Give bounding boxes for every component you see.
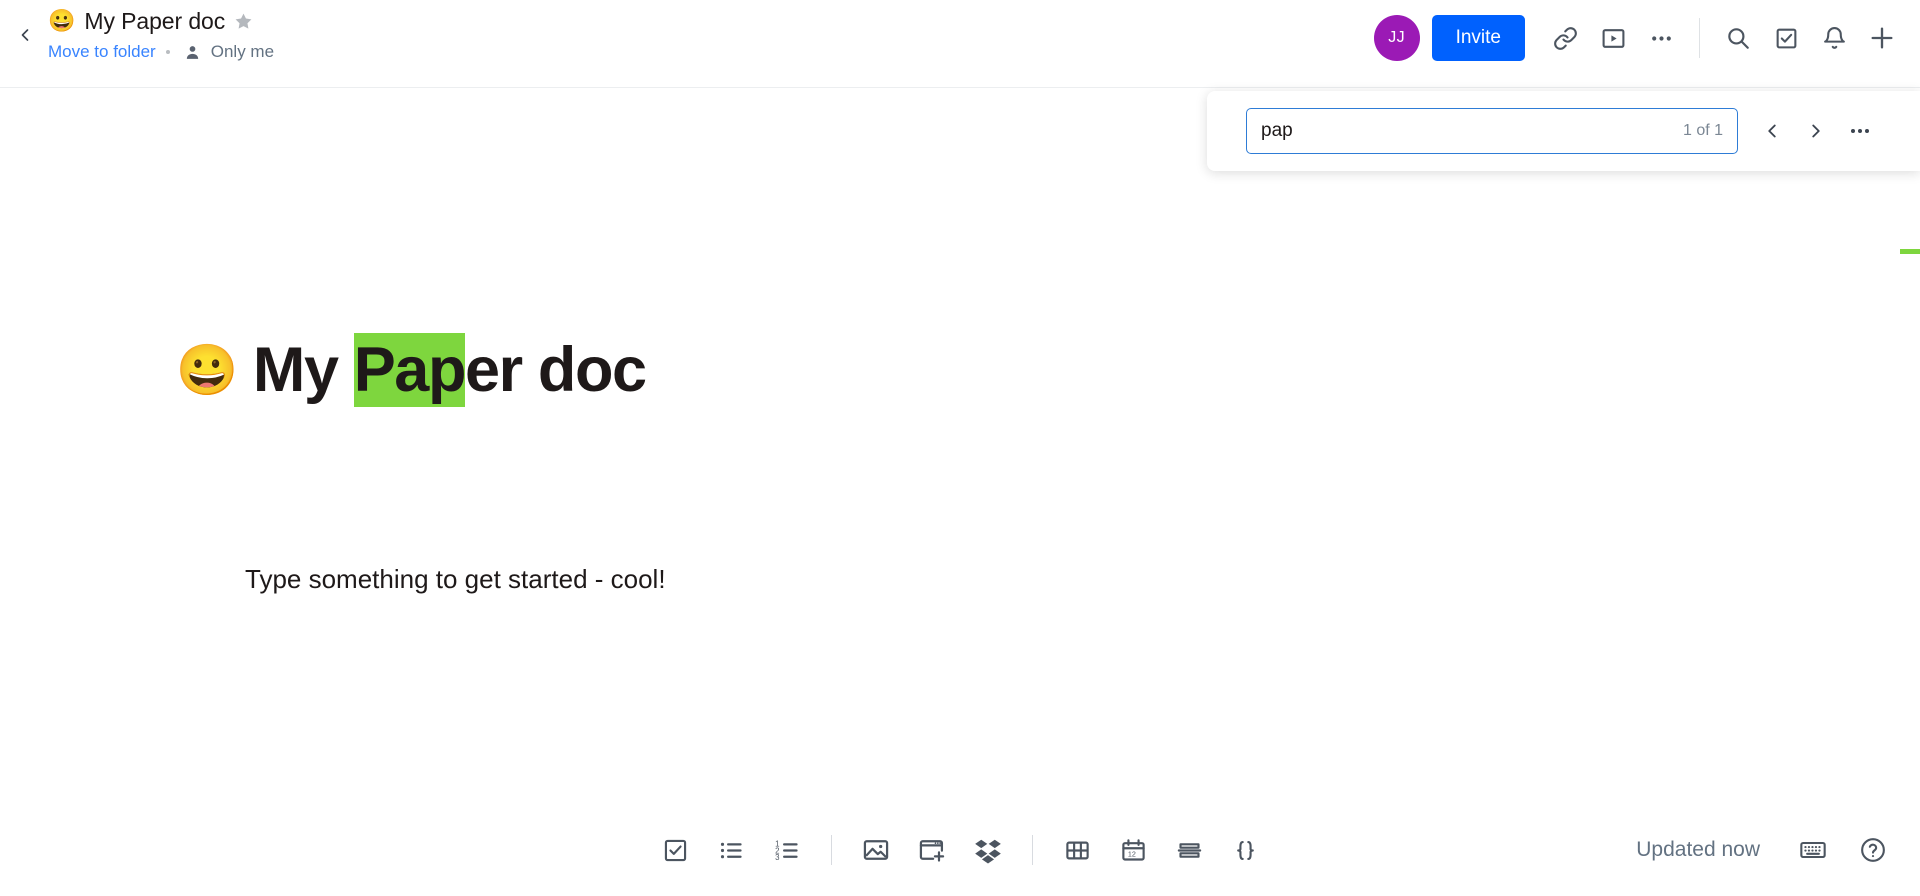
notifications-bell-icon (1822, 26, 1847, 51)
star-icon[interactable] (234, 12, 253, 31)
sharing-status[interactable]: Only me (211, 42, 274, 62)
find-match-count: 1 of 1 (1682, 122, 1723, 139)
copy-link-button[interactable] (1541, 14, 1589, 62)
overflow-menu-icon (1848, 119, 1872, 143)
search-button[interactable] (1714, 14, 1762, 62)
notifications-button[interactable] (1810, 14, 1858, 62)
find-navigation (1752, 111, 1880, 151)
plus-icon (1868, 24, 1896, 52)
help-button[interactable] (1848, 825, 1898, 875)
overflow-menu-icon (1649, 26, 1674, 51)
calendar-icon: 12 (1120, 837, 1147, 864)
search-result-scroll-marker (1900, 249, 1920, 254)
toolbar-divider (1032, 835, 1033, 865)
heading-text-after: er doc (465, 335, 647, 405)
avatar[interactable]: JJ (1373, 15, 1420, 61)
document-meta: 😀 My Paper doc Move to folder Only me (48, 4, 274, 64)
presentation-button[interactable] (1589, 14, 1637, 62)
document-heading-text: My Paper doc (252, 333, 647, 407)
table-icon (1064, 837, 1091, 864)
document-body[interactable]: 😀 My Paper doc Type something to get sta… (0, 89, 1920, 804)
insert-dropbox-file-button[interactable] (962, 824, 1014, 876)
dropbox-icon (974, 836, 1002, 864)
document-emoji: 😀 (48, 8, 76, 33)
find-input[interactable] (1261, 120, 1675, 142)
header-divider (1699, 18, 1700, 58)
find-next-button[interactable] (1796, 111, 1836, 151)
header-actions: JJ Invite (1373, 10, 1906, 66)
svg-text:3: 3 (775, 853, 780, 862)
insert-checklist-button[interactable] (649, 824, 701, 876)
embed-icon (918, 836, 946, 864)
insert-bulleted-list-button[interactable] (705, 824, 757, 876)
find-options-button[interactable] (1840, 111, 1880, 151)
tasks-checkbox-icon (1774, 26, 1799, 51)
image-icon (862, 836, 890, 864)
numbered-list-icon: 1 2 3 (774, 837, 801, 864)
back-button[interactable] (8, 18, 42, 52)
app-header: 😀 My Paper doc Move to folder Only me JJ… (0, 0, 1920, 88)
separator-dot (165, 50, 170, 54)
link-icon (1553, 26, 1578, 51)
document-paragraph[interactable]: Type something to get started - cool! (245, 564, 666, 595)
keyboard-icon (1799, 836, 1827, 864)
insert-table-button[interactable] (1051, 824, 1103, 876)
keyboard-shortcuts-button[interactable] (1788, 825, 1838, 875)
document-heading-emoji: 😀 (176, 341, 238, 398)
document-subtitle-row: Move to folder Only me (48, 40, 274, 64)
invite-button[interactable]: Invite (1431, 15, 1525, 61)
bulleted-list-icon (718, 837, 745, 864)
search-highlight: Pap (353, 333, 466, 407)
page-title[interactable]: My Paper doc (84, 8, 225, 35)
checklist-icon (662, 837, 689, 864)
more-options-button[interactable] (1637, 14, 1685, 62)
create-new-button[interactable] (1858, 14, 1906, 62)
divider-icon (1176, 837, 1203, 864)
move-to-folder-link[interactable]: Move to folder (48, 42, 156, 62)
chevron-left-icon (1761, 120, 1783, 142)
document-heading[interactable]: 😀 My Paper doc (176, 333, 647, 407)
presentation-icon (1601, 26, 1626, 51)
find-in-document-panel: 1 of 1 (1207, 91, 1920, 171)
help-circle-icon (1859, 836, 1887, 864)
find-previous-button[interactable] (1752, 111, 1792, 151)
document-title-row: 😀 My Paper doc (48, 4, 274, 38)
search-icon (1725, 25, 1751, 51)
insert-numbered-list-button[interactable]: 1 2 3 (761, 824, 813, 876)
toolbar-divider (831, 835, 832, 865)
find-input-wrapper[interactable]: 1 of 1 (1246, 108, 1738, 154)
insert-embed-button[interactable] (906, 824, 958, 876)
insert-tools: 1 2 3 12 (649, 824, 1271, 876)
insert-calendar-button[interactable]: 12 (1107, 824, 1159, 876)
person-icon (184, 44, 201, 61)
chevron-right-icon (1805, 120, 1827, 142)
chevron-left-icon (15, 25, 35, 45)
tasks-button[interactable] (1762, 14, 1810, 62)
code-icon (1232, 837, 1259, 864)
insert-divider-button[interactable] (1163, 824, 1215, 876)
heading-text-before: My (252, 335, 354, 405)
svg-text:12: 12 (1127, 849, 1135, 858)
insert-image-button[interactable] (850, 824, 902, 876)
status-area: Updated now (1636, 825, 1898, 875)
bottom-toolbar: 1 2 3 12 Updated now (0, 804, 1920, 896)
updated-status: Updated now (1636, 838, 1760, 861)
insert-code-button[interactable] (1219, 824, 1271, 876)
